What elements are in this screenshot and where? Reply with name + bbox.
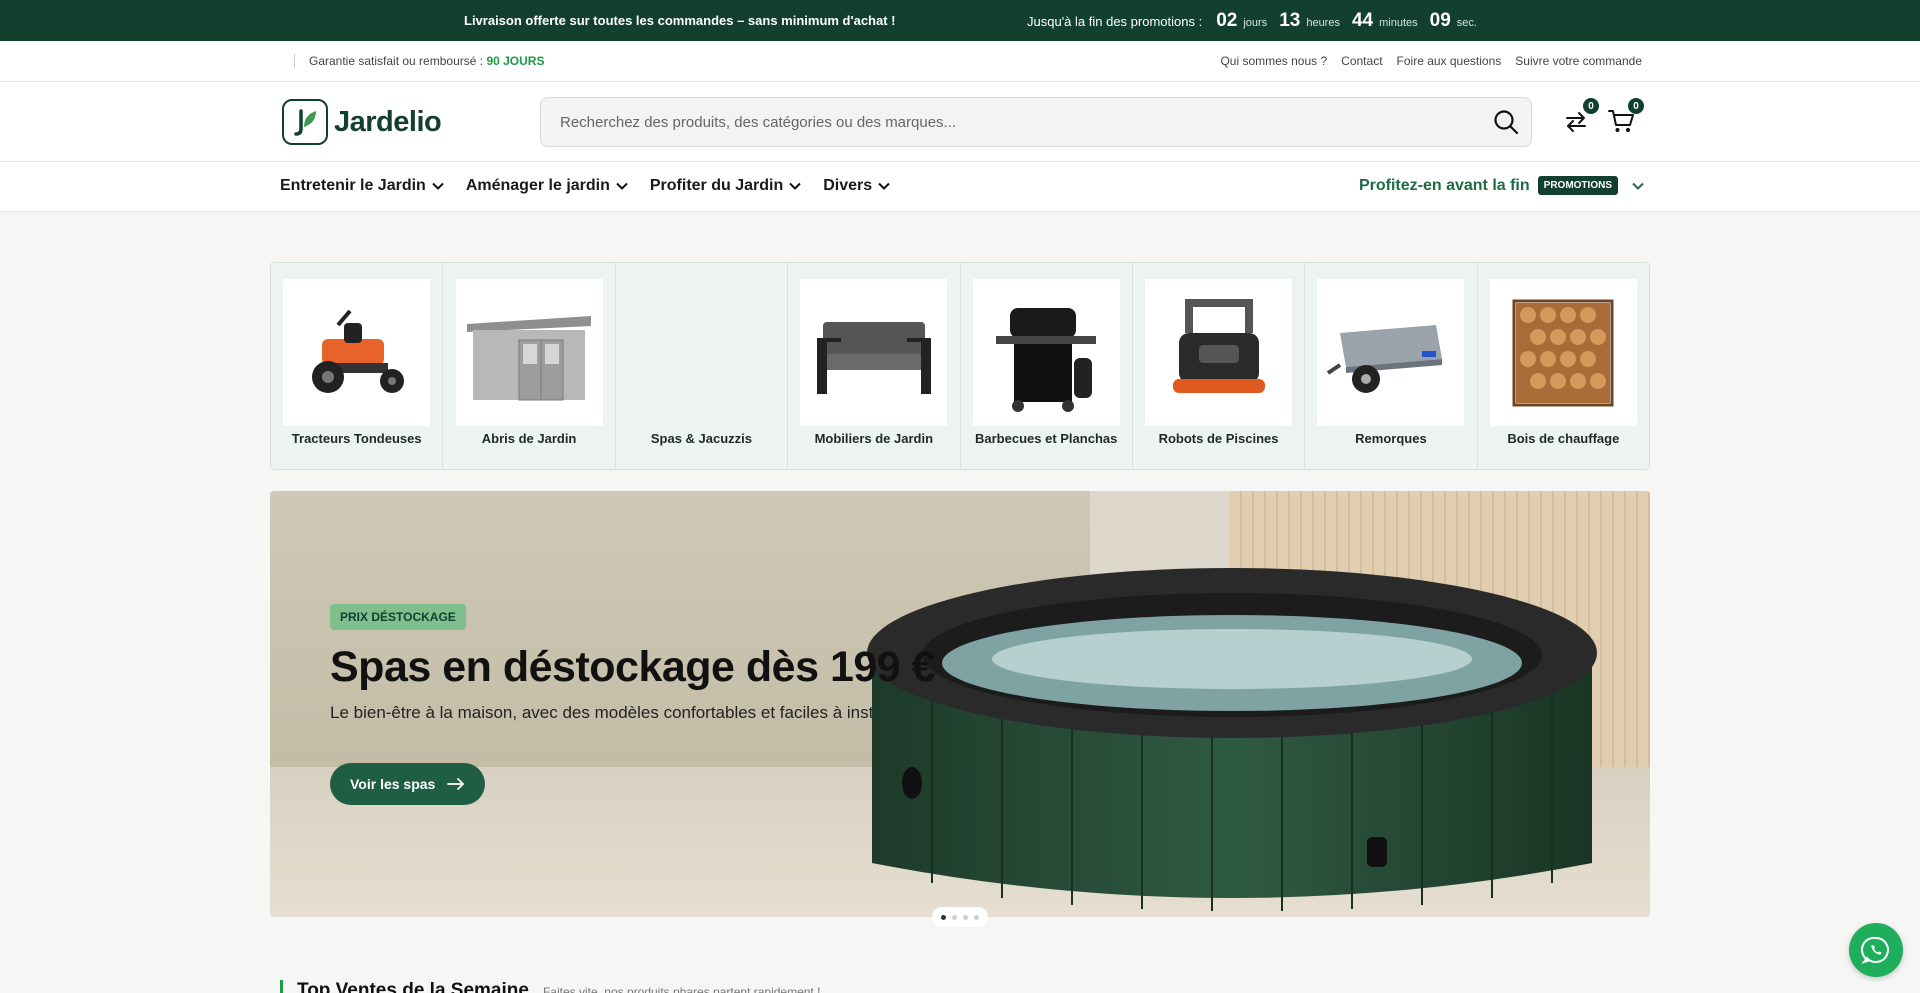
nav-item-label: Aménager le jardin — [465, 177, 610, 194]
promotions-dropdown[interactable]: Profitez-en avant la fin PROMOTIONS — [1359, 176, 1644, 195]
utility-bar: Garantie satisfait ou remboursé : 90 JOU… — [0, 41, 1920, 82]
nav-item-amenager[interactable]: Aménager le jardin — [466, 177, 628, 195]
guarantee-note: Garantie satisfait ou remboursé : 90 JOU… — [294, 54, 544, 68]
nav-item-label: Entretenir le Jardin — [280, 177, 426, 194]
chevron-down-icon — [616, 182, 628, 190]
nav-item-entretenir[interactable]: Entretenir le Jardin — [280, 177, 444, 195]
category-mobiliers[interactable]: Mobiliers de Jardin — [788, 263, 961, 469]
free-shipping-message: Livraison offerte sur toutes les command… — [464, 13, 896, 28]
link-track-order[interactable]: Suivre votre commande — [1515, 54, 1642, 68]
category-label: Tracteurs Tondeuses — [291, 431, 422, 446]
chevron-down-icon — [1632, 182, 1644, 190]
guarantee-text: Garantie satisfait ou remboursé : — [309, 54, 484, 68]
inflatable-spa-image — [867, 568, 1597, 911]
nav-item-label: Profiter du Jardin — [649, 177, 784, 194]
nav-item-divers[interactable]: Divers — [823, 177, 890, 195]
category-abris[interactable]: Abris de Jardin — [443, 263, 616, 469]
section-subtitle: Faites vite, nos produits phares partent… — [542, 985, 821, 993]
cart-button[interactable]: 0 — [1606, 98, 1644, 136]
slide-dot[interactable] — [941, 914, 946, 920]
arrow-right-icon — [447, 778, 465, 790]
countdown-minutes-unit: minutes — [1379, 16, 1418, 29]
category-barbecues[interactable]: Barbecues et Planchas — [961, 263, 1133, 469]
chevron-down-icon — [432, 182, 444, 190]
promotions-badge: PROMOTIONS — [1537, 176, 1618, 195]
countdown-hours-unit: heures — [1306, 16, 1340, 29]
brand-name: Jardelio — [334, 105, 442, 138]
cta-label: Voir les spas — [350, 776, 436, 792]
slide-dot[interactable] — [963, 914, 968, 920]
site-header: Jardelio 0 0 — [0, 82, 1920, 162]
countdown-hours: 13 — [1279, 9, 1301, 31]
countdown-minutes: 44 — [1351, 9, 1374, 31]
category-label: Abris de Jardin — [481, 431, 577, 446]
category-image-placeholder — [628, 279, 775, 426]
slide-dot[interactable] — [952, 914, 957, 920]
logo[interactable]: Jardelio — [282, 99, 442, 145]
countdown-label: Jusqu'à la fin des promotions : — [1027, 13, 1203, 29]
category-spas[interactable]: Spas & Jacuzzis — [616, 263, 789, 469]
countdown-seconds-unit: sec. — [1456, 16, 1477, 29]
barbecue-icon — [972, 279, 1120, 426]
view-spas-button[interactable]: Voir les spas — [330, 763, 486, 805]
link-faq[interactable]: Foire aux questions — [1397, 54, 1502, 68]
search-icon[interactable] — [1481, 109, 1531, 135]
category-label: Barbecues et Planchas — [975, 431, 1118, 446]
category-robots[interactable]: Robots de Piscines — [1133, 263, 1306, 469]
category-label: Remorques — [1355, 431, 1427, 446]
whatsapp-icon — [1861, 936, 1889, 964]
top-sales-heading: Top Ventes de la Semaine Faites vite, no… — [280, 980, 820, 993]
category-bois[interactable]: Bois de chauffage — [1478, 263, 1649, 469]
compare-button[interactable]: 0 — [1561, 98, 1599, 136]
promo-text: Profitez-en avant la fin — [1358, 176, 1530, 194]
chevron-down-icon — [878, 182, 890, 190]
main-navigation: Entretenir le Jardin Aménager le jardin … — [0, 162, 1920, 212]
hero-title: Spas en déstockage dès 199 € — [330, 643, 936, 691]
hero-banner[interactable]: PRIX DÉSTOCKAGE Spas en déstockage dès 1… — [270, 491, 1650, 917]
link-contact[interactable]: Contact — [1341, 54, 1382, 68]
cart-count-badge: 0 — [1628, 98, 1644, 114]
guarantee-days: 90 JOURS — [486, 54, 545, 68]
category-tracteurs[interactable]: Tracteurs Tondeuses — [271, 263, 444, 469]
countdown-seconds: 09 — [1429, 9, 1451, 31]
pool-robot-icon — [1145, 279, 1293, 426]
chevron-down-icon — [789, 182, 801, 190]
link-about[interactable]: Qui sommes nous ? — [1220, 54, 1327, 68]
firewood-icon — [1489, 279, 1637, 426]
nav-menu: Entretenir le Jardin Aménager le jardin … — [280, 177, 890, 195]
logo-leaf-icon — [282, 99, 328, 145]
category-remorques[interactable]: Remorques — [1305, 263, 1478, 469]
category-carousel: Tracteurs Tondeuses Abris de Jardin Spas… — [270, 262, 1650, 470]
compare-count-badge: 0 — [1583, 98, 1599, 114]
category-label: Robots de Piscines — [1158, 431, 1279, 446]
hero-subtitle: Le bien-être à la maison, avec des modèl… — [330, 703, 910, 722]
search-bar — [540, 97, 1532, 147]
nav-item-label: Divers — [823, 177, 873, 194]
announcement-bar: Livraison offerte sur toutes les command… — [0, 0, 1920, 41]
slide-dot[interactable] — [974, 914, 979, 920]
countdown-days: 02 — [1216, 9, 1238, 31]
hero-tag: PRIX DÉSTOCKAGE — [330, 604, 466, 630]
nav-item-profiter[interactable]: Profiter du Jardin — [650, 177, 801, 195]
category-label: Bois de chauffage — [1507, 431, 1620, 446]
utility-links: Qui sommes nous ? Contact Foire aux ques… — [1220, 54, 1642, 68]
garden-shed-icon — [455, 279, 603, 426]
search-input[interactable] — [541, 113, 1481, 131]
sofa-icon — [800, 279, 948, 426]
lawn-tractor-icon — [283, 279, 431, 426]
countdown-days-unit: jours — [1243, 16, 1268, 29]
category-label: Mobiliers de Jardin — [814, 431, 934, 446]
slider-pagination — [932, 907, 988, 927]
section-title: Top Ventes de la Semaine — [297, 980, 529, 993]
trailer-icon — [1317, 279, 1465, 426]
promo-countdown: Jusqu'à la fin des promotions : 02 jours… — [1027, 10, 1483, 32]
category-label: Spas & Jacuzzis — [650, 431, 753, 446]
whatsapp-button[interactable] — [1849, 923, 1903, 977]
